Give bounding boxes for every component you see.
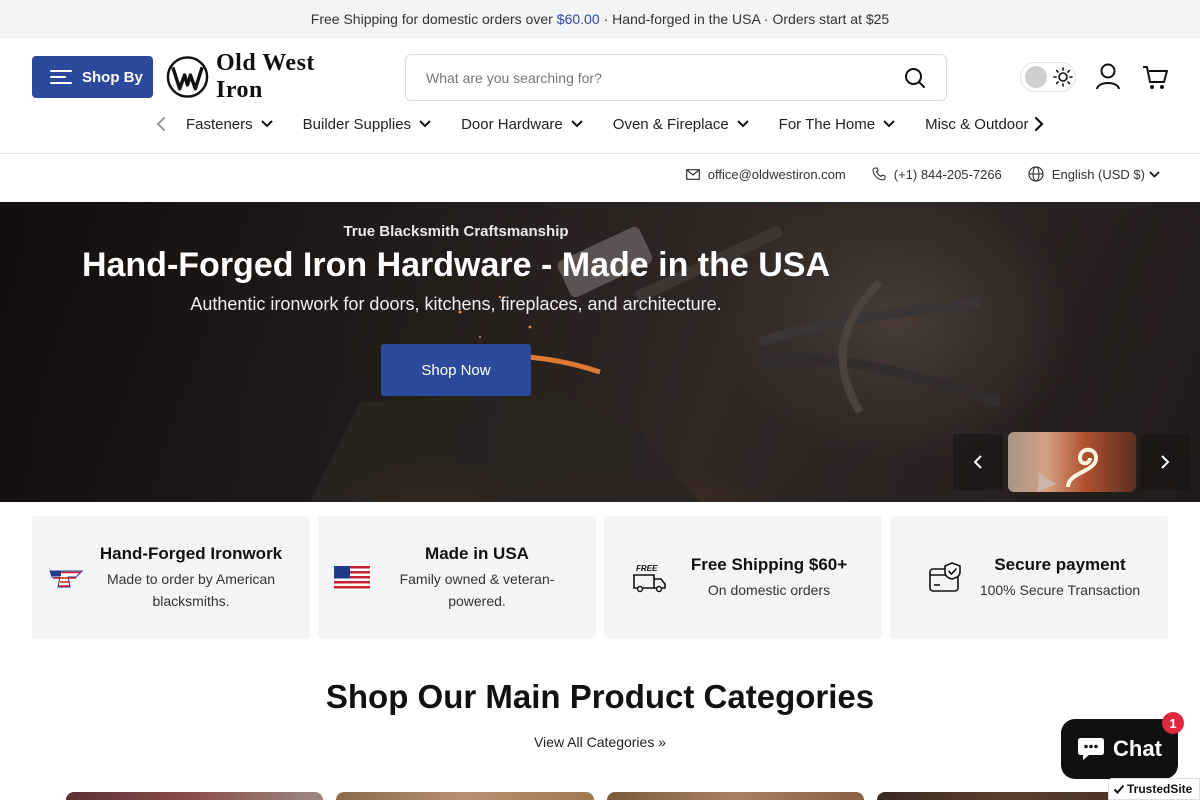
phone-icon [872,167,886,181]
chevron-down-icon [883,120,895,128]
nav-item-label: Builder Supplies [302,115,412,133]
feature-title: Free Shipping $60+ [690,554,848,574]
chevron-left-icon [973,455,982,469]
shop-by-button[interactable]: Shop By [32,56,153,98]
trustedsite-label: TrustedSite [1127,782,1193,796]
nav-items: Fasteners Builder Supplies Door Hardware… [172,116,1028,133]
nav-item-label: Misc & Outdoor [925,115,1029,133]
chevron-right-icon [1161,455,1170,469]
email-link[interactable]: office@oldwestiron.com [685,166,846,182]
feature-strip: Hand-Forged Ironwork Made to order by Am… [32,516,1168,639]
nav-item-label: Door Hardware [461,115,563,133]
logo-wordmark: Old West Iron [216,50,315,103]
feature-desc: Family owned & veteran-powered. [399,570,555,609]
announcement-bar: Free Shipping for domestic orders over $… [0,0,1200,38]
checkmark-icon [1113,784,1125,794]
announcement-amount: $60.00 [556,11,600,27]
slide-thumbnail[interactable] [1008,432,1136,492]
nav-scroll-left-button[interactable] [150,116,172,132]
flag-anvil-icon [49,570,84,587]
nav-item-door-hardware[interactable]: Door Hardware [461,116,583,133]
slide-prev-button[interactable] [953,434,1003,490]
phone-text: (+1) 844-205-7266 [893,166,1002,182]
site-logo[interactable]: Old West Iron [165,50,365,103]
chat-button[interactable]: Chat [1061,719,1178,779]
chevron-down-icon [260,120,273,128]
search-bar[interactable] [405,54,947,101]
trustedsite-badge[interactable]: TrustedSite [1108,778,1200,800]
chevron-down-icon [1149,170,1160,178]
nav-item-misc-outdoor[interactable]: Misc & Outdoor [925,116,1028,133]
toggle-knob [1025,66,1047,88]
hero-subtitle: Authentic ironwork for doors, kitchens, … [190,294,722,314]
locale-text: English (USD $) [1051,166,1145,182]
main-nav: Fasteners Builder Supplies Door Hardware… [150,106,1050,142]
slide-next-button[interactable] [1140,434,1190,490]
nav-item-label: Oven & Fireplace [612,115,729,133]
phone-link[interactable]: (+1) 844-205-7266 [872,167,1002,182]
free-shipping-truck-icon: FREE [633,564,666,592]
announcement-prefix: Free Shipping for domestic orders over [310,11,553,27]
hero-eyebrow: True Blacksmith Craftsmanship [343,223,569,240]
chevron-left-icon [156,117,165,131]
feature-title: Made in USA [425,543,529,563]
feature-desc: On domestic orders [707,581,831,598]
globe-icon [1028,166,1044,182]
feature-free-shipping: FREE Free Shipping $60+ On domestic orde… [604,516,882,639]
feature-title: Secure payment [994,554,1126,574]
view-all-categories-link[interactable]: View All Categories » [0,734,1200,750]
chevron-down-icon [571,120,583,128]
chevron-down-icon [419,120,431,128]
feature-desc: Made to order by American blacksmiths. [106,570,276,609]
nav-item-builder-supplies[interactable]: Builder Supplies [303,116,431,133]
nav-item-oven-fireplace[interactable]: Oven & Fireplace [613,116,749,133]
locale-selector[interactable]: English (USD $) [1028,166,1168,182]
cart-icon[interactable] [1141,63,1169,91]
chat-bubble-icon [1078,738,1105,760]
nav-item-label: Fasteners [185,115,253,133]
nav-scroll-right-button[interactable] [1028,116,1050,132]
feature-secure-payment: Secure payment 100% Secure Transaction [890,516,1168,639]
header-divider [0,153,1200,154]
email-text: office@oldwestiron.com [707,166,846,182]
category-card[interactable] [606,792,864,800]
feature-made-in-usa: Made in USA Family owned & veteran-power… [318,516,596,639]
shop-now-button[interactable]: Shop Now [381,344,531,396]
category-card[interactable] [66,792,324,800]
chevron-right-icon [1034,116,1044,132]
feature-title: Hand-Forged Ironwork [99,543,283,563]
feature-hand-forged: Hand-Forged Ironwork Made to order by Am… [32,516,310,639]
search-input[interactable] [426,69,904,86]
ow-monogram-icon [166,56,209,98]
shop-by-label: Shop By [82,68,143,86]
account-icon[interactable] [1095,63,1121,91]
menu-icon [50,69,72,85]
sun-icon [1053,67,1073,87]
nav-item-label: For The Home [778,115,876,133]
search-icon[interactable] [904,67,926,89]
nav-item-for-the-home[interactable]: For The Home [779,116,895,133]
secure-card-icon [929,561,961,592]
us-flag-icon [334,565,370,590]
announcement-suffix: · Hand-forged in the USA · Orders start … [603,11,890,27]
chevron-down-icon [736,120,749,128]
chat-notification-badge: 1 [1162,712,1184,734]
contact-bar: office@oldwestiron.com (+1) 844-205-7266… [660,163,1168,185]
section-title: Shop Our Main Product Categories [325,678,875,715]
mail-icon [685,168,700,180]
hero-banner: True Blacksmith Craftsmanship Hand-Forge… [0,202,1200,502]
feature-desc: 100% Secure Transaction [979,581,1141,598]
spiral-hook-image [1038,447,1099,492]
theme-toggle[interactable] [1020,62,1076,92]
nav-item-fasteners[interactable]: Fasteners [186,116,273,133]
svg-text:FREE: FREE [636,564,658,573]
category-card[interactable] [876,792,1134,800]
hero-title: Hand-Forged Iron Hardware - Made in the … [81,246,831,284]
chat-label: Chat [1113,736,1162,761]
category-card[interactable] [336,792,594,800]
category-cards [66,792,1134,800]
